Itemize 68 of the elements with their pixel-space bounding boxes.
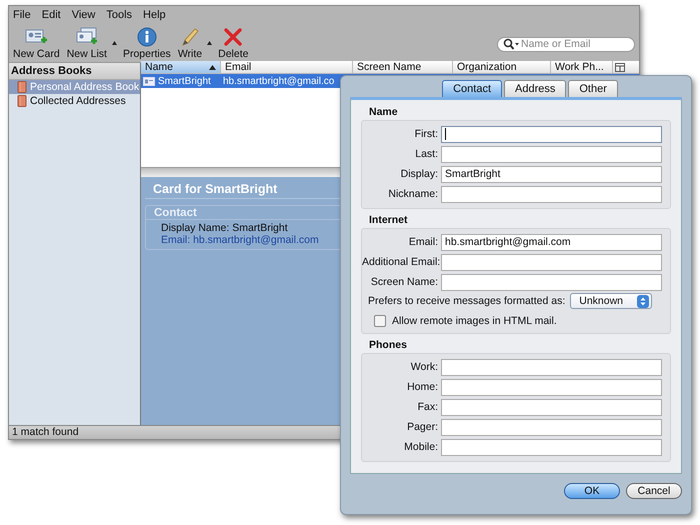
section-heading: Name	[368, 105, 399, 120]
sidebar-title: Address Books	[9, 63, 140, 80]
field-label: Nickname:	[387, 188, 439, 200]
column-header[interactable]: Work Ph...	[551, 61, 613, 73]
card-text: Display Name: SmartBright	[160, 222, 289, 234]
text-field[interactable]	[441, 438, 662, 456]
toolbar-button[interactable]: New List	[64, 27, 118, 60]
text-field[interactable]	[441, 254, 662, 270]
sort-up-icon	[209, 64, 216, 70]
menu-item[interactable]: View	[72, 9, 96, 24]
field-label: Additional Email:	[362, 256, 441, 268]
field-label: Mobile:	[403, 441, 439, 453]
search-icon	[503, 38, 519, 50]
column-picker-icon[interactable]	[614, 62, 626, 72]
text-field[interactable]	[441, 146, 662, 162]
text-field[interactable]: hb.smartbright@gmail.com	[441, 234, 662, 250]
field-label: Screen Name:	[370, 276, 439, 288]
text-cursor	[445, 128, 446, 140]
field-label: Work:	[410, 361, 439, 373]
text-field[interactable]	[441, 398, 662, 416]
text-field[interactable]: SmartBright	[441, 166, 662, 182]
text-field[interactable]	[441, 358, 662, 376]
column-header[interactable]: Organization	[453, 61, 551, 73]
contact-card-icon	[143, 76, 155, 86]
text-field[interactable]	[441, 274, 662, 290]
dropdown-arrow-icon[interactable]	[207, 41, 212, 45]
menu-item[interactable]: Tools	[106, 9, 132, 24]
column-header[interactable]: Screen Name	[353, 61, 453, 73]
toolbar-button[interactable]: Delete	[216, 27, 250, 60]
book-icon	[17, 81, 27, 93]
delete-x-icon	[222, 27, 244, 47]
tab[interactable]: Address	[504, 80, 566, 97]
select-arrows-icon	[637, 294, 650, 308]
sidebar-item[interactable]: Collected Addresses	[9, 94, 140, 108]
field-label: Home:	[406, 381, 439, 393]
field-label: Last:	[414, 148, 439, 160]
section-heading: Phones	[368, 338, 408, 353]
text-field[interactable]	[441, 186, 662, 202]
field-label: Display:	[400, 168, 439, 180]
dropdown-arrow-icon[interactable]	[112, 41, 117, 45]
table-cell: SmartBright	[158, 76, 211, 86]
book-icon	[17, 95, 27, 107]
dialog-button[interactable]: OK	[564, 483, 620, 499]
dialog-button[interactable]: Cancel	[626, 483, 682, 499]
search-field[interactable]: Name or Email	[497, 36, 635, 52]
tab[interactable]: Contact	[442, 80, 502, 97]
cards-plus-icon	[74, 27, 99, 47]
menu-item[interactable]: Edit	[42, 9, 61, 24]
column-header[interactable]: Email	[221, 61, 353, 73]
menu-item[interactable]: Help	[143, 9, 166, 24]
column-header[interactable]: Name	[141, 61, 221, 73]
table-cell: hb.smartbright@gmail.co	[223, 76, 334, 86]
format-select[interactable]: Unknown	[570, 293, 652, 309]
field-label: Prefers to receive messages formatted as:	[368, 295, 566, 307]
field-label: Fax:	[416, 401, 439, 413]
info-icon	[136, 27, 158, 47]
checkbox-label: Allow remote images in HTML mail.	[392, 315, 557, 327]
checkbox[interactable]	[374, 315, 386, 327]
text-field[interactable]	[441, 378, 662, 396]
text-field[interactable]	[441, 418, 662, 436]
text-field[interactable]	[441, 126, 662, 142]
toolbar-button[interactable]: New Card	[11, 27, 62, 60]
toolbar-button[interactable]: Properties	[120, 27, 173, 60]
field-label: First:	[414, 128, 439, 140]
toolbar-button[interactable]: Write	[176, 27, 214, 60]
tab[interactable]: Other	[568, 80, 618, 97]
menu-item[interactable]: File	[13, 9, 31, 24]
field-label: Email:	[408, 236, 439, 248]
